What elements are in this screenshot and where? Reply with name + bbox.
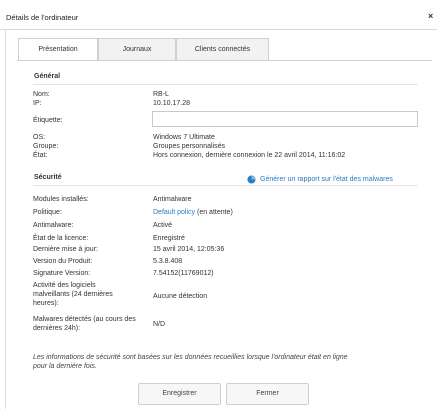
os-label: OS: (33, 134, 46, 141)
tab-logs[interactable]: Journaux (98, 38, 176, 60)
ip-value: 10.10.17.28 (153, 100, 190, 107)
close-icon[interactable]: × (428, 11, 433, 21)
modules-value: Antimalware (153, 196, 192, 203)
general-section-header: Général (33, 72, 418, 85)
tab-presentation[interactable]: Présentation (18, 38, 98, 61)
dialog-title-bar: Détails de l'ordinateur × (0, 0, 437, 30)
product-version-label: Version du Produit: (33, 258, 93, 265)
last-update-label: Dernière mise à jour: (33, 246, 98, 253)
tag-input[interactable] (152, 111, 418, 127)
computer-details-dialog: Détails de l'ordinateur × Présentation J… (0, 0, 437, 409)
policy-link[interactable]: Default policy (153, 209, 195, 216)
activity-value: Aucune détection (153, 293, 208, 300)
signature-value: 7.54152(11769012) (153, 270, 214, 277)
activity-label-line2: malveillants (24 dernières (33, 291, 113, 298)
policy-value: Default policy (en attente) (153, 208, 233, 217)
pie-chart-icon (247, 175, 256, 184)
detected-label-line1: Malwares détectés (au cours des (33, 316, 136, 323)
antimalware-value: Activé (153, 222, 173, 229)
name-label: Nom: (33, 91, 50, 98)
state-value: Hors connexion, dernière connexion le 22… (153, 152, 346, 159)
dialog-title: Détails de l'ordinateur (6, 13, 79, 22)
detected-label-line2: dernières 24h): (33, 325, 81, 332)
general-section-title: Général (34, 73, 61, 80)
group-value: Groupes personnalisés (153, 143, 225, 150)
tab-connected-clients[interactable]: Clients connectés (176, 38, 269, 60)
close-button[interactable]: Fermer (226, 383, 309, 405)
detected-value: N/D (153, 321, 166, 328)
group-label: Groupe: (33, 143, 59, 150)
ip-label: IP: (33, 100, 42, 107)
security-info-line1: Les informations de sécurité sont basées… (33, 354, 348, 361)
policy-label: Politique: (33, 209, 62, 216)
license-label: État de la licence: (33, 235, 89, 242)
security-info-line2: pour la dernière fois. (33, 363, 97, 370)
os-value: Windows 7 Ultimate (153, 134, 215, 141)
tag-label: Étiquette: (33, 117, 63, 124)
activity-label-line3: heures): (33, 300, 59, 307)
signature-label: Signature Version: (33, 270, 91, 277)
license-value: Enregistré (153, 235, 185, 242)
security-section-title: Sécurité (34, 174, 62, 181)
product-version-value: 5.3.8.408 (153, 258, 183, 265)
tab-divider (17, 60, 432, 61)
state-label: État: (33, 152, 48, 159)
last-update-value: 15 avril 2014, 12:05:36 (153, 246, 225, 253)
activity-label-line1: Activité des logiciels (33, 282, 96, 289)
save-button[interactable]: Enregistrer (138, 383, 221, 405)
modules-label: Modules installés: (33, 196, 89, 203)
security-info-note: Les informations de sécurité sont basées… (33, 353, 423, 371)
malware-report-text[interactable]: Générer un rapport sur l'état des malwar… (260, 176, 393, 183)
name-value: RB-L (153, 91, 169, 98)
antimalware-label: Antimalware: (33, 222, 74, 229)
policy-status: (en attente) (196, 209, 233, 216)
